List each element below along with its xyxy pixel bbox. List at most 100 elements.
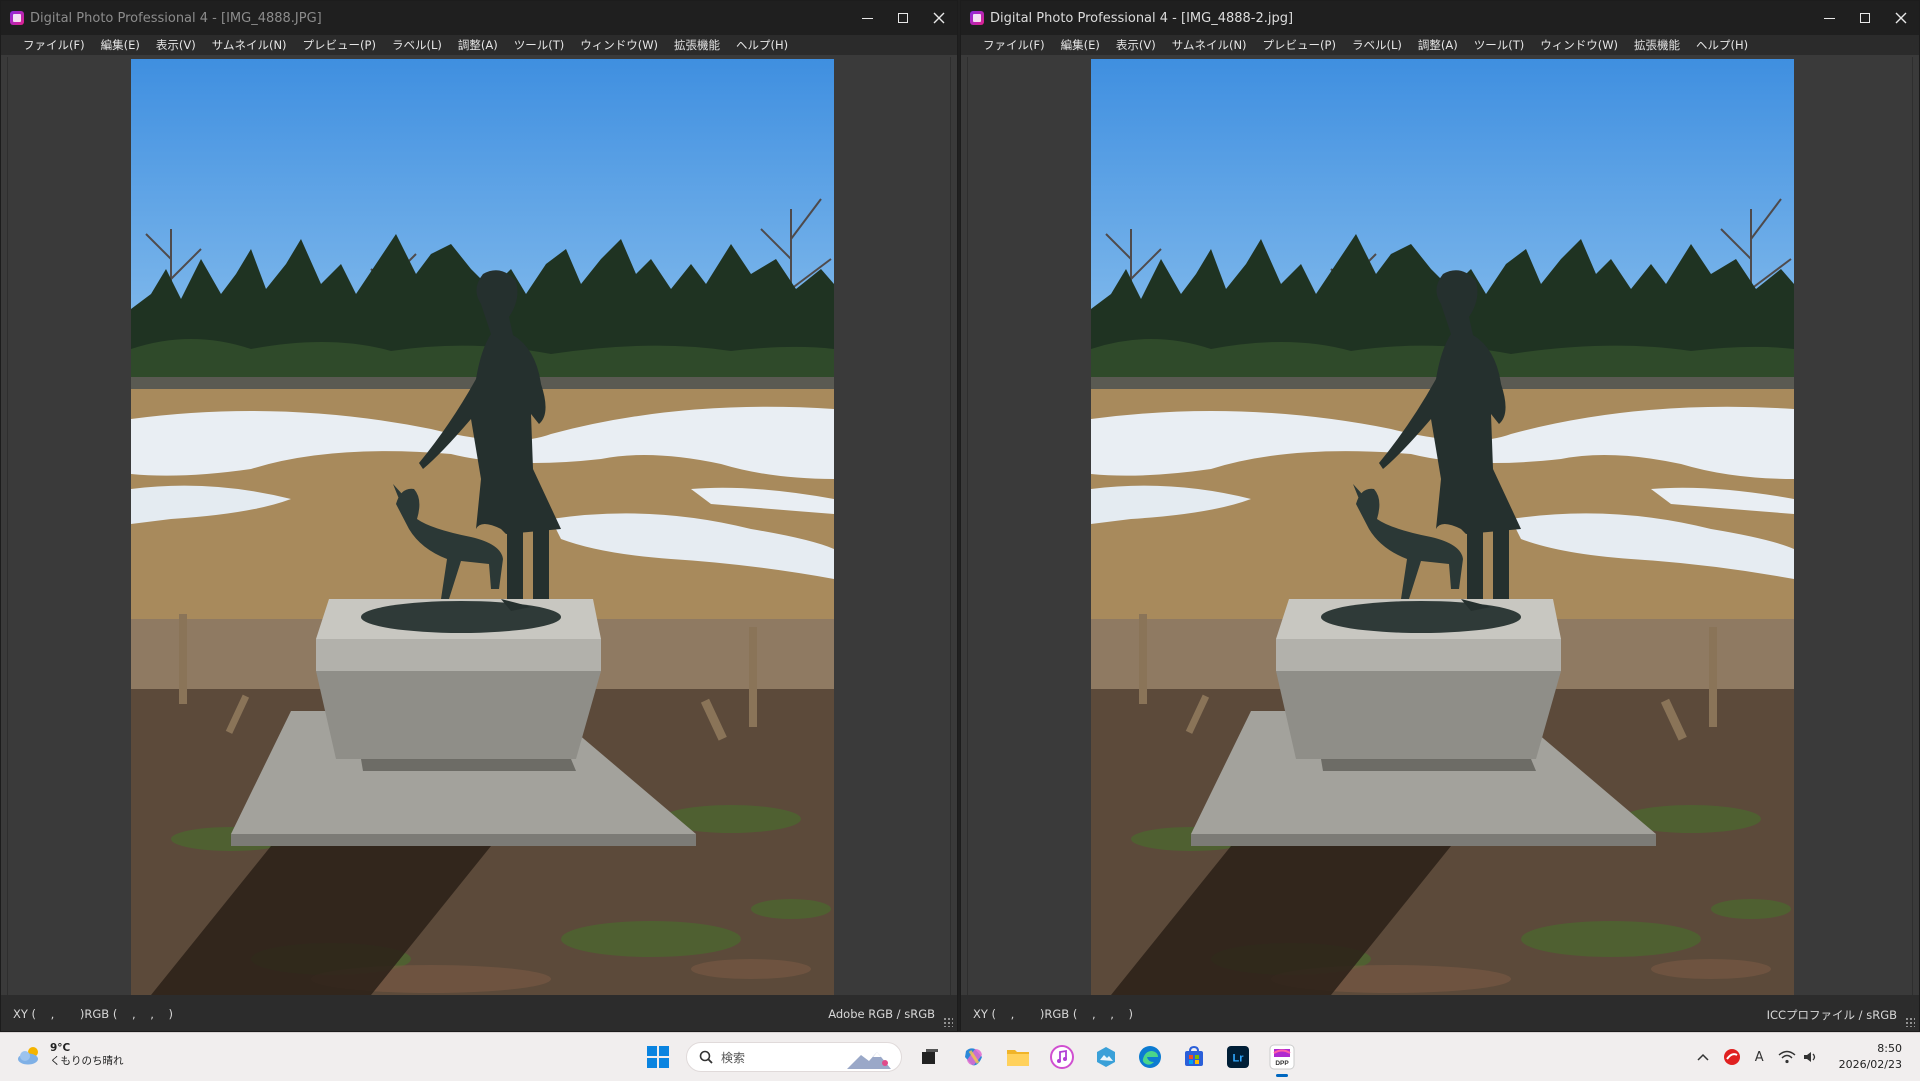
edge-button[interactable] [1133,1040,1167,1074]
menu-bar: ファイル(F) 編集(E) 表示(V) サムネイル(N) プレビュー(P) ラベ… [1,35,957,55]
search-placeholder: 検索 [721,1050,746,1065]
antivirus-icon [1723,1049,1740,1065]
dpp-label: DPP [1275,1060,1289,1067]
color-profile: Adobe RGB / sRGB [828,1007,935,1021]
minimize-icon [1823,17,1835,19]
menu-file[interactable]: ファイル(F) [15,35,93,55]
window-title: Digital Photo Professional 4 - [IMG_4888… [990,10,1294,26]
minimize-icon [861,17,873,19]
menu-help[interactable]: ヘルプ(H) [728,35,796,55]
copilot-button[interactable] [957,1040,991,1074]
dpp-window-left[interactable]: Digital Photo Professional 4 - [IMG_4888… [0,0,958,1032]
maximize-icon [898,13,908,23]
store-button[interactable] [1177,1040,1211,1074]
itunes-icon [1050,1045,1074,1069]
dpp-app-icon[interactable] [970,11,984,25]
close-button[interactable] [921,1,957,35]
lightroom-label: Lr [1233,1053,1245,1065]
menu-view[interactable]: 表示(V) [1108,35,1164,55]
pixel-readout: XY ( , )RGB ( , , ) [973,1007,1133,1021]
maximize-button[interactable] [1847,1,1883,35]
menu-extensions[interactable]: 拡張機能 [666,35,728,55]
minimize-button[interactable] [849,1,885,35]
image-viewer[interactable] [7,57,951,997]
menu-bar: ファイル(F) 編集(E) 表示(V) サムネイル(N) プレビュー(P) ラベ… [961,35,1919,55]
close-icon [1895,12,1907,24]
close-icon [933,12,945,24]
menu-preview[interactable]: プレビュー(P) [295,35,384,55]
menu-thumbnail[interactable]: サムネイル(N) [204,35,295,55]
close-button[interactable] [1883,1,1919,35]
menu-file[interactable]: ファイル(F) [975,35,1053,55]
color-profile: ICCプロファイル / sRGB [1766,1008,1897,1022]
itunes-button[interactable] [1045,1040,1079,1074]
weather-temp: 9°C [50,1042,71,1054]
menu-edit[interactable]: 編集(E) [1053,35,1108,55]
lightroom-icon: Lr [1227,1046,1249,1068]
menu-tools[interactable]: ツール(T) [1466,35,1533,55]
menu-extensions[interactable]: 拡張機能 [1626,35,1688,55]
title-bar[interactable]: Digital Photo Professional 4 - [IMG_4888… [1,1,957,35]
search-icon [699,1050,713,1064]
cloud-sun-icon [18,1047,38,1065]
lightroom-button[interactable]: Lr [1221,1040,1255,1074]
status-bar: XY ( , )RGB ( , , ) Adobe RGB / sRGB [1,995,957,1031]
photo-preview[interactable] [1091,59,1794,995]
taskbar: 9°C くもりのち晴れ 検索 Lr DPP A 8:50 2026/02/23 [0,1032,1920,1081]
windows-logo-icon [647,1046,669,1068]
menu-tools[interactable]: ツール(T) [506,35,573,55]
store-icon [1185,1045,1203,1066]
weather-widget[interactable]: 9°C くもりのち晴れ [16,1042,124,1068]
weather-desc: くもりのち晴れ [50,1055,124,1067]
menu-adjust[interactable]: 調整(A) [1410,35,1466,55]
menu-view[interactable]: 表示(V) [148,35,204,55]
tray-overflow-button[interactable] [1697,1053,1709,1061]
photo-image [1091,59,1794,995]
maximize-icon [1860,13,1870,23]
title-bar[interactable]: Digital Photo Professional 4 - [IMG_4888… [961,1,1919,35]
wifi-icon [1778,1050,1796,1064]
mountain-highlight-icon [847,1052,891,1069]
network-volume-button[interactable] [1778,1050,1820,1064]
task-view-icon [922,1049,938,1064]
minimize-button[interactable] [1811,1,1847,35]
clock[interactable]: 8:50 2026/02/23 [1839,1041,1902,1073]
menu-adjust[interactable]: 調整(A) [450,35,506,55]
photos-button[interactable] [1089,1040,1123,1074]
system-tray: A 8:50 2026/02/23 [1690,1033,1920,1081]
clock-date: 2026/02/23 [1838,1058,1902,1071]
task-view-button[interactable] [913,1040,947,1074]
ime-indicator[interactable]: A [1755,1050,1764,1065]
start-button[interactable] [641,1040,675,1074]
antivirus-tray-button[interactable] [1723,1048,1741,1066]
pixel-readout: XY ( , )RGB ( , , ) [13,1007,173,1021]
copilot-icon [965,1048,982,1066]
menu-preview[interactable]: プレビュー(P) [1255,35,1344,55]
resize-grip-icon[interactable] [943,1017,953,1027]
menu-label[interactable]: ラベル(L) [1344,35,1410,55]
photos-icon [1097,1047,1115,1067]
dpp-window-right[interactable]: Digital Photo Professional 4 - [IMG_4888… [960,0,1920,1032]
window-title: Digital Photo Professional 4 - [IMG_4888… [30,10,322,26]
edge-icon [1139,1046,1161,1068]
dpp-app-icon[interactable] [10,11,24,25]
menu-help[interactable]: ヘルプ(H) [1688,35,1756,55]
dpp-icon: DPP [1269,1044,1295,1070]
photo-preview[interactable] [131,59,834,995]
dpp-button[interactable]: DPP [1265,1040,1299,1077]
file-explorer-button[interactable] [1001,1040,1035,1074]
resize-grip-icon[interactable] [1905,1017,1915,1027]
photo-image [131,59,834,995]
menu-window[interactable]: ウィンドウ(W) [572,35,666,55]
chevron-up-icon [1697,1053,1709,1061]
taskbar-search[interactable]: 検索 [686,1042,902,1072]
menu-label[interactable]: ラベル(L) [384,35,450,55]
folder-icon [1007,1050,1029,1066]
image-viewer[interactable] [967,57,1913,997]
clock-time: 8:50 [1877,1042,1902,1055]
maximize-button[interactable] [885,1,921,35]
menu-window[interactable]: ウィンドウ(W) [1532,35,1626,55]
menu-edit[interactable]: 編集(E) [93,35,148,55]
volume-icon [1803,1052,1815,1062]
menu-thumbnail[interactable]: サムネイル(N) [1164,35,1255,55]
